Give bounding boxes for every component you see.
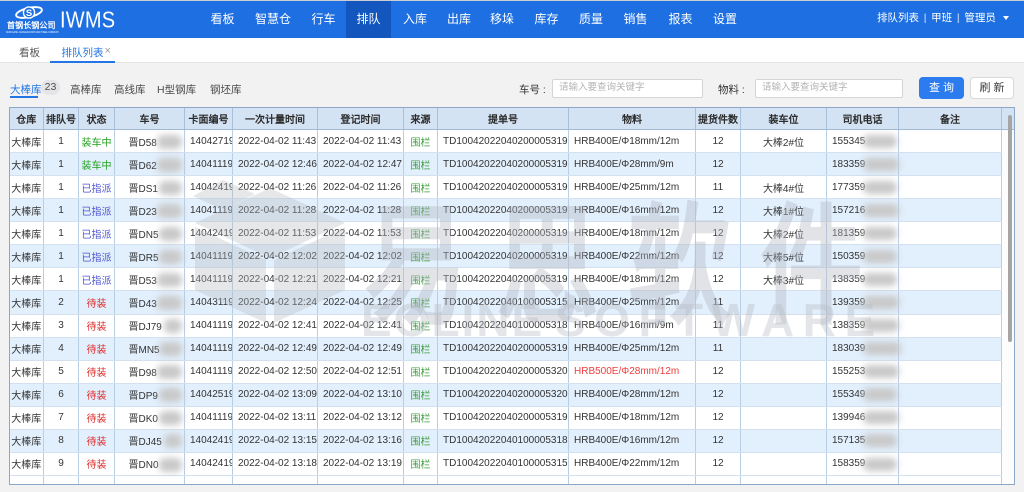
svg-text:S: S	[26, 8, 32, 19]
